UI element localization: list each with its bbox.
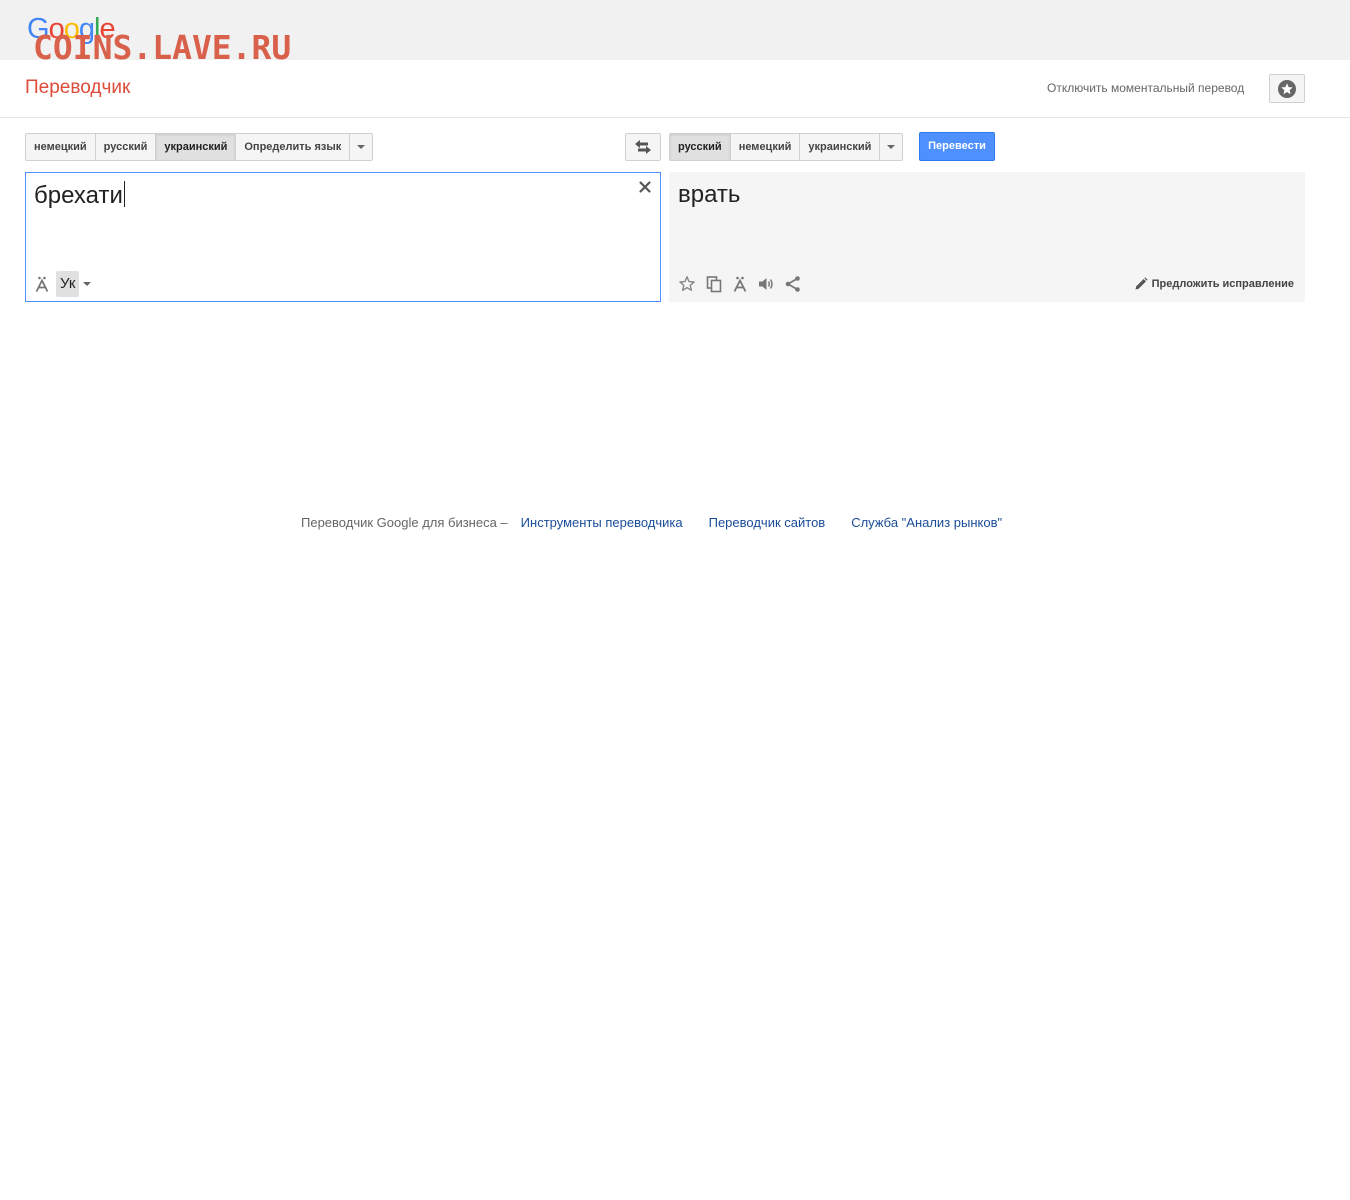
chevron-down-icon [357, 145, 366, 149]
source-lang-german[interactable]: немецкий [26, 134, 96, 160]
source-text: брехати [34, 182, 123, 209]
chevron-down-icon [83, 282, 92, 286]
umlaut-a-icon [35, 276, 49, 292]
target-language-bar: русский немецкий украинский [669, 133, 904, 161]
instant-translation-toggle[interactable]: Отключить моментальный перевод [1047, 80, 1244, 96]
suggest-edit-button[interactable]: Предложить исправление [1134, 276, 1294, 292]
source-lang-russian[interactable]: русский [96, 134, 157, 160]
footer-link-translator-toolkit[interactable]: Инструменты переводчика [521, 514, 683, 531]
result-tools [678, 271, 802, 297]
source-text-input[interactable]: брехати [34, 181, 125, 210]
translation-text: врать [678, 181, 741, 208]
suggest-edit-label: Предложить исправление [1151, 278, 1294, 290]
clear-source-button[interactable] [638, 180, 652, 194]
virtual-keyboard-button[interactable] [34, 275, 50, 293]
swap-arrows-icon [635, 140, 651, 154]
translation-result-area: врать Предложить исправление [669, 172, 1305, 302]
source-lang-ukrainian[interactable]: украинский [156, 134, 237, 160]
translate-button[interactable]: Перевести [919, 132, 995, 161]
top-bar: Google COINS.LAVE.RU [0, 0, 1350, 67]
share-button[interactable] [784, 275, 802, 293]
phrasebook-button[interactable] [1269, 74, 1305, 103]
save-translation-button[interactable] [678, 275, 696, 293]
star-circle-icon [1278, 79, 1296, 98]
target-lang-more-button[interactable] [880, 134, 902, 160]
source-lang-more-button[interactable] [350, 134, 372, 160]
chevron-down-icon [887, 145, 896, 149]
input-tool-menu-button[interactable] [83, 282, 92, 286]
source-input-area[interactable]: брехати Ук [25, 172, 661, 302]
source-tools: Ук [34, 271, 92, 297]
target-lang-russian[interactable]: русский [670, 134, 731, 160]
footer-link-market-analysis[interactable]: Служба "Анализ рынков" [851, 514, 1002, 531]
text-cursor [123, 181, 125, 207]
pencil-icon [1135, 277, 1148, 290]
share-icon [785, 276, 800, 292]
source-lang-detect[interactable]: Определить язык [236, 134, 351, 160]
speaker-icon [759, 278, 773, 290]
close-icon [639, 181, 651, 193]
footer: Переводчик Google для бизнеса – Инструме… [301, 514, 1002, 531]
copy-translation-button[interactable] [705, 275, 723, 293]
star-icon [679, 276, 695, 291]
source-language-bar: немецкий русский украинский Определить я… [25, 133, 374, 161]
target-lang-ukrainian[interactable]: украинский [800, 134, 881, 160]
listen-button[interactable] [757, 275, 775, 293]
page-title[interactable]: Переводчик [25, 77, 130, 99]
footer-link-website-translator[interactable]: Переводчик сайтов [709, 514, 826, 531]
transliteration-button[interactable] [732, 275, 748, 293]
target-lang-german[interactable]: немецкий [731, 134, 801, 160]
umlaut-a-icon [733, 276, 747, 292]
app-header: Переводчик Отключить моментальный перево… [0, 60, 1350, 118]
footer-lead-text: Переводчик Google для бизнеса – [301, 515, 508, 530]
swap-languages-button[interactable] [625, 133, 661, 161]
copy-icon [706, 276, 722, 293]
input-tool-button[interactable]: Ук [56, 271, 80, 297]
